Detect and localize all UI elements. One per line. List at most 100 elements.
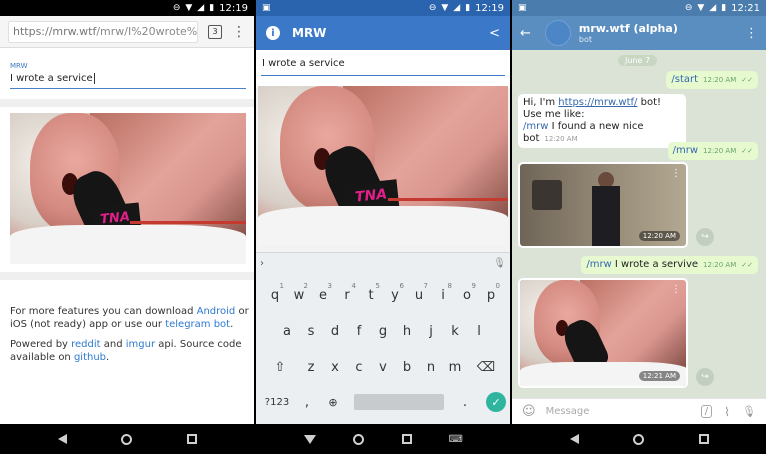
mic-icon[interactable]: 🎙 xyxy=(742,405,756,418)
key-y[interactable]: y6 xyxy=(383,282,407,303)
command-icon[interactable]: / xyxy=(700,405,713,418)
wifi-icon: ▼ xyxy=(697,2,705,13)
back-icon[interactable] xyxy=(52,429,72,449)
emoji-icon[interactable]: ☺ xyxy=(522,404,536,419)
outgoing-message[interactable]: /mrw I wrote a servive 12:20 AM ✓✓ xyxy=(581,256,758,274)
bot-command[interactable]: /mrw xyxy=(523,121,548,132)
globe-icon[interactable]: ⊕ xyxy=(320,396,346,409)
keyboard-row-1: q1w2e3r4t5y6u7i8o9p0 xyxy=(256,282,510,303)
reaction-gif[interactable]: TNA xyxy=(258,86,508,246)
mic-icon[interactable]: 🎙 xyxy=(493,258,506,269)
key-number-hint: 2 xyxy=(303,282,308,290)
dnd-icon: ⊖ xyxy=(172,2,181,13)
tab-switcher-button[interactable]: 3 xyxy=(208,24,222,39)
bot-link[interactable]: https://mrw.wtf/ xyxy=(558,97,637,108)
message-text: bot! xyxy=(637,97,661,108)
keyboard-switch-icon[interactable]: ⌨ xyxy=(446,429,466,449)
key-f[interactable]: f xyxy=(347,324,371,339)
wifi-icon: ▼ xyxy=(441,2,449,13)
key-q[interactable]: q1 xyxy=(263,282,287,303)
attach-icon[interactable]: ⌇ xyxy=(724,405,730,419)
key-number-hint: 9 xyxy=(471,282,476,290)
imgur-link[interactable]: imgur xyxy=(126,339,155,350)
key-p[interactable]: p0 xyxy=(479,282,503,303)
key-m[interactable]: m xyxy=(443,360,467,375)
home-icon[interactable] xyxy=(117,429,137,449)
space-bar[interactable] xyxy=(354,394,444,410)
symbols-key[interactable]: ?123 xyxy=(260,397,294,408)
period-key[interactable]: . xyxy=(452,395,478,410)
key-k[interactable]: k xyxy=(443,324,467,339)
key-j[interactable]: j xyxy=(419,324,443,339)
battery-icon: ▮ xyxy=(209,2,215,13)
android-link[interactable]: Android xyxy=(197,306,236,317)
key-n[interactable]: n xyxy=(419,360,443,375)
menu-icon[interactable]: ⋮ xyxy=(745,26,758,41)
gif-message[interactable]: ⋮ 12:20 AM xyxy=(518,162,688,248)
backspace-icon[interactable]: ⌫ xyxy=(471,360,501,375)
gif-rope xyxy=(388,198,508,201)
key-i[interactable]: i8 xyxy=(431,282,455,303)
key-o[interactable]: o9 xyxy=(455,282,479,303)
gif-suit xyxy=(592,186,620,246)
key-l[interactable]: l xyxy=(467,324,491,339)
home-icon[interactable] xyxy=(349,429,369,449)
key-b[interactable]: b xyxy=(395,360,419,375)
key-r[interactable]: r4 xyxy=(335,282,359,303)
reaction-gif[interactable]: TNA xyxy=(10,113,246,264)
text-cursor xyxy=(93,73,95,84)
github-link[interactable]: github xyxy=(74,352,106,363)
key-number-hint: 1 xyxy=(279,282,284,290)
reddit-link[interactable]: reddit xyxy=(71,339,100,350)
key-a[interactable]: a xyxy=(275,324,299,339)
key-number-hint: 3 xyxy=(327,282,332,290)
shift-icon[interactable]: ⇧ xyxy=(265,360,295,375)
media-menu-icon[interactable]: ⋮ xyxy=(671,284,681,295)
key-w[interactable]: w2 xyxy=(287,282,311,303)
key-t[interactable]: t5 xyxy=(359,282,383,303)
gif-message[interactable]: ⋮ 12:21 AM xyxy=(518,278,688,388)
forward-icon[interactable]: ↪ xyxy=(696,368,714,386)
key-v[interactable]: v xyxy=(371,360,395,375)
mrw-search-input[interactable]: I wrote a service xyxy=(10,73,246,89)
key-number-hint: 6 xyxy=(399,282,404,290)
telegram-bot-link[interactable]: telegram bot xyxy=(165,319,230,330)
key-s[interactable]: s xyxy=(299,324,323,339)
chat-title[interactable]: mrw.wtf (alpha) bot xyxy=(579,22,678,44)
media-menu-icon[interactable]: ⋮ xyxy=(671,168,681,179)
url-field[interactable]: https://mrw.wtf/mrw/I%20wrote%2 xyxy=(8,20,198,43)
keyboard-hide-icon[interactable] xyxy=(300,429,320,449)
recents-icon[interactable] xyxy=(397,429,417,449)
media-time: 12:20 AM xyxy=(638,231,680,241)
key-h[interactable]: h xyxy=(395,324,419,339)
outgoing-message[interactable]: /mrw 12:20 AM ✓✓ xyxy=(667,142,758,160)
chevron-right-icon[interactable]: › xyxy=(260,258,264,269)
telegram-chat-screen: ▣ ⊖ ▼ ◢ ▮ 12:21 ← mrw.wtf (alpha) bot ⋮ … xyxy=(512,0,766,454)
menu-icon[interactable]: ⋮ xyxy=(232,25,246,39)
outgoing-message[interactable]: /start 12:20 AM ✓✓ xyxy=(666,71,758,89)
back-icon[interactable] xyxy=(564,429,584,449)
key-z[interactable]: z xyxy=(299,360,323,375)
signal-icon: ◢ xyxy=(709,2,717,13)
incoming-message[interactable]: Hi, I'm https://mrw.wtf/ bot! Use me lik… xyxy=(518,94,686,148)
forward-icon[interactable]: ↪ xyxy=(696,228,714,246)
info-icon[interactable]: i xyxy=(266,26,280,40)
mrw-search-input[interactable]: I wrote a service xyxy=(261,58,505,76)
home-icon[interactable] xyxy=(629,429,649,449)
avatar[interactable] xyxy=(544,20,571,46)
recents-icon[interactable] xyxy=(694,429,714,449)
key-u[interactable]: u7 xyxy=(407,282,431,303)
key-g[interactable]: g xyxy=(371,324,395,339)
key-number-hint: 0 xyxy=(495,282,500,290)
message-text: /start xyxy=(671,74,699,85)
key-c[interactable]: c xyxy=(347,360,371,375)
share-icon[interactable]: < xyxy=(489,26,500,41)
comma-key[interactable]: , xyxy=(294,395,320,410)
key-e[interactable]: e3 xyxy=(311,282,335,303)
key-d[interactable]: d xyxy=(323,324,347,339)
recents-icon[interactable] xyxy=(182,429,202,449)
key-x[interactable]: x xyxy=(323,360,347,375)
back-arrow-icon[interactable]: ← xyxy=(520,26,531,41)
message-input[interactable]: Message xyxy=(546,406,590,417)
done-icon[interactable]: ✓ xyxy=(486,392,506,412)
